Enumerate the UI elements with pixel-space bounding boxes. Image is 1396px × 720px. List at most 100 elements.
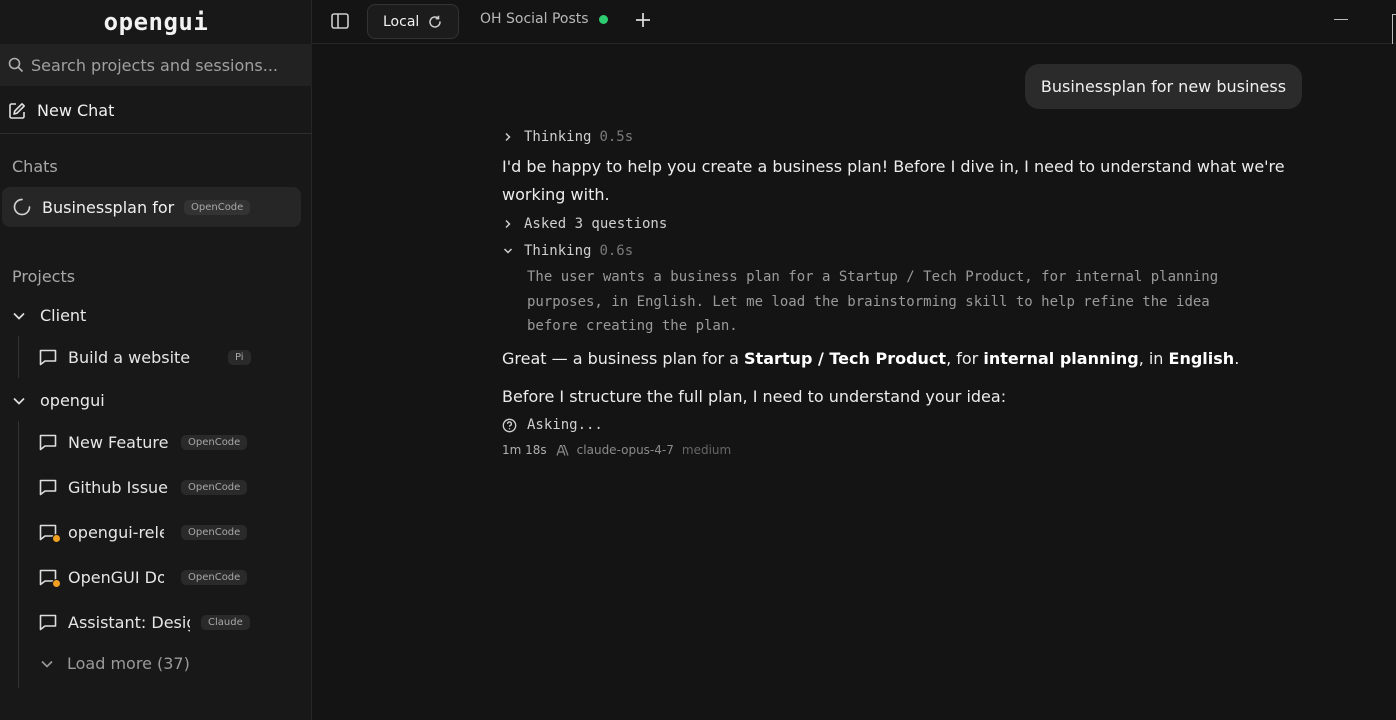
minimize-icon[interactable] — [1334, 19, 1348, 20]
chevron-right-icon — [505, 219, 511, 229]
projects-title: Projects — [12, 267, 76, 286]
search-input[interactable]: Search projects and sessions... — [0, 44, 312, 86]
thinking-label: Thinking — [524, 243, 592, 259]
sidebar: opengui Search projects and sessions... … — [0, 0, 312, 720]
chevron-down-icon — [13, 397, 25, 405]
chat-item-label: Businessplan for new business — [42, 197, 176, 217]
project-item-build-website[interactable]: Build a website Pi — [38, 342, 251, 372]
tab-label: OH Social Posts — [480, 11, 589, 27]
user-message-bubble: Businessplan for new business — [1025, 64, 1302, 109]
refresh-icon — [429, 15, 442, 28]
text-run: , for — [946, 349, 984, 368]
message-icon-wrap — [38, 612, 58, 632]
agent-badge: OpenCode — [181, 569, 248, 585]
question-circle-icon — [502, 418, 517, 432]
project-item-github-issue[interactable]: Github Issue OpenCode — [38, 472, 248, 502]
text-run: , in — [1138, 349, 1169, 368]
agent-badge: Claude — [201, 614, 250, 630]
sidebar-toggle-icon[interactable] — [330, 11, 350, 31]
agent-badge: OpenCode — [181, 434, 248, 450]
tree-line — [18, 421, 19, 688]
project-item-label: New Feature — [68, 432, 169, 452]
app-logo: opengui — [103, 8, 209, 36]
message-icon-wrap — [38, 477, 58, 497]
chevron-down-icon — [13, 312, 25, 320]
status-dot — [598, 14, 608, 24]
project-item-opengui-docs[interactable]: OpenGUI Docs OpenCode — [38, 562, 248, 592]
agent-badge: Pi — [228, 349, 251, 365]
anthropic-icon — [556, 444, 569, 456]
thinking-content: The user wants a business plan for a Sta… — [527, 265, 1218, 339]
edit-icon — [9, 102, 25, 119]
message-icon — [39, 479, 57, 496]
chevron-down-icon — [503, 248, 513, 254]
search-icon — [8, 57, 24, 73]
project-group-client[interactable]: Client — [12, 306, 86, 325]
model-name: claude-opus-4-7 — [576, 443, 674, 457]
bold-run: English — [1168, 349, 1235, 368]
chevron-right-icon — [505, 132, 511, 142]
effort-level: medium — [681, 443, 732, 457]
message-icon-wrap — [38, 432, 58, 452]
project-item-label: opengui-release — [68, 522, 164, 542]
message-icon — [39, 614, 57, 631]
project-item-label: Assistant: Design — [68, 612, 190, 632]
group-label: Client — [40, 306, 87, 325]
project-item-assistant-design[interactable]: Assistant: Design Claude — [38, 607, 250, 637]
thinking-duration: 0.6s — [599, 243, 634, 259]
maximize-icon[interactable] — [1392, 14, 1396, 44]
chat-item-businessplan[interactable]: Businessplan for new business OpenCode — [2, 187, 301, 227]
bold-run: internal planning — [983, 349, 1139, 368]
project-item-label: OpenGUI Docs — [68, 567, 164, 587]
message-icon-wrap — [38, 567, 61, 588]
bold-run: Startup / Tech Product — [744, 349, 947, 368]
project-item-label: Build a website — [68, 347, 191, 367]
assistant-paragraph-3: Before I structure the full plan, I need… — [502, 387, 1007, 406]
search-placeholder: Search projects and sessions... — [31, 55, 279, 75]
text-run: . — [1234, 349, 1240, 368]
tab-label: Local — [383, 13, 420, 30]
load-more-label: Load more (37) — [67, 654, 190, 673]
message-icon — [39, 349, 57, 366]
thinking-toggle-2[interactable]: Thinking 0.6s — [502, 243, 633, 259]
assistant-paragraph-2: Great — a business plan for a Startup / … — [502, 345, 1239, 373]
project-item-label: Github Issue — [68, 477, 169, 497]
message-meta: 1m 18s claude-opus-4-7 medium — [502, 443, 731, 457]
text-run: Great — a business plan for a — [502, 349, 745, 368]
agent-badge: OpenCode — [184, 199, 251, 215]
message-icon — [39, 434, 57, 451]
tab-oh-social-posts[interactable]: OH Social Posts — [480, 11, 608, 27]
top-bar: Local OH Social Posts — [312, 0, 1396, 44]
new-chat-button[interactable]: New Chat — [0, 88, 312, 134]
thinking-line: purposes, in English. Let me load the br… — [527, 293, 1210, 310]
agent-badge: OpenCode — [181, 479, 248, 495]
add-tab-icon[interactable] — [634, 11, 652, 29]
tree-line — [18, 336, 19, 378]
agent-badge: OpenCode — [181, 524, 248, 540]
group-label: opengui — [40, 391, 105, 410]
new-chat-label: New Chat — [37, 101, 115, 120]
thinking-duration: 0.5s — [599, 129, 634, 145]
thinking-line: The user wants a business plan for a Sta… — [527, 269, 1219, 285]
load-more-button[interactable]: Load more (37) — [40, 654, 190, 673]
assistant-paragraph-1: I'd be happy to help you create a busine… — [502, 153, 1285, 209]
project-group-opengui[interactable]: opengui — [12, 391, 105, 410]
asking-label: Asking... — [527, 417, 603, 433]
paragraph-line: I'd be happy to help you create a busine… — [502, 157, 1285, 176]
unread-dot — [52, 534, 61, 543]
asked-label: Asked 3 questions — [524, 216, 668, 232]
thinking-label: Thinking — [524, 129, 592, 145]
project-item-opengui-release[interactable]: opengui-release OpenCode — [38, 517, 248, 547]
thinking-toggle-1[interactable]: Thinking 0.5s — [502, 129, 633, 145]
asked-questions-toggle[interactable]: Asked 3 questions — [502, 216, 667, 232]
message-icon-wrap — [38, 347, 58, 367]
elapsed-time: 1m 18s — [502, 443, 547, 457]
tab-local[interactable]: Local — [367, 4, 459, 39]
message-icon-wrap — [38, 522, 61, 543]
chevron-down-icon — [41, 660, 53, 668]
unread-dot — [52, 579, 61, 588]
asking-status: Asking... — [502, 417, 603, 433]
paragraph-line: working with. — [502, 185, 610, 204]
project-item-new-feature[interactable]: New Feature OpenCode — [38, 427, 248, 457]
chats-title: Chats — [12, 157, 58, 176]
